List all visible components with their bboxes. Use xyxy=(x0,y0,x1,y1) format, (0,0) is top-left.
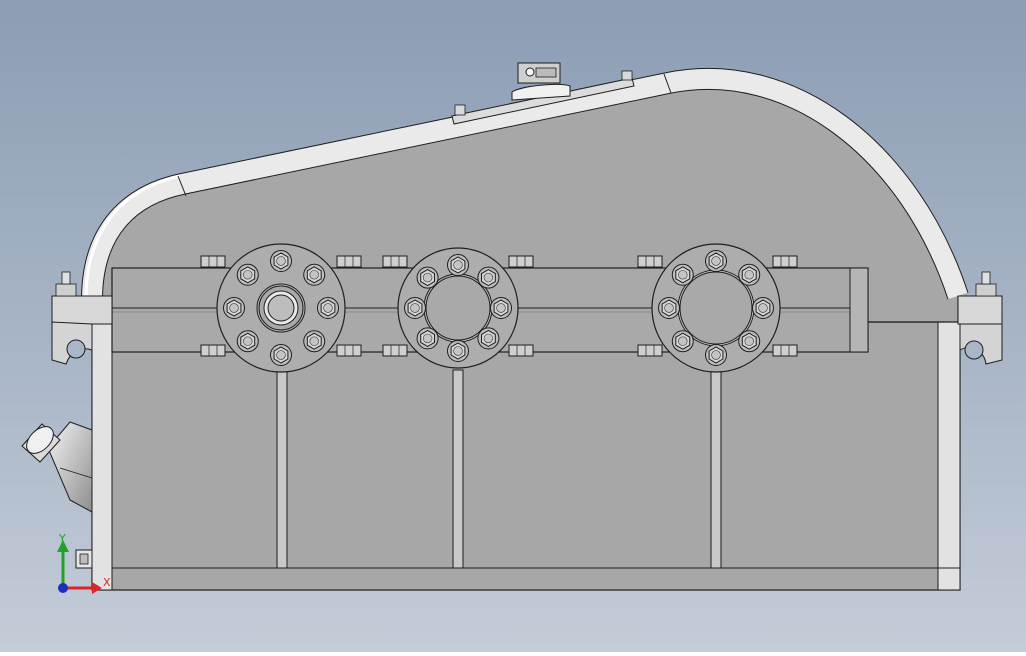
hex-bolt xyxy=(671,263,694,286)
input-shaft xyxy=(263,290,299,326)
hex-bolt xyxy=(705,250,727,272)
hex-bolt xyxy=(223,297,245,319)
bearing-cap xyxy=(651,243,781,373)
stud-nut xyxy=(637,344,663,357)
stud-nut xyxy=(772,344,798,357)
hex-bolt xyxy=(490,297,512,319)
stud-nut xyxy=(200,255,226,268)
hex-bolt xyxy=(416,327,439,350)
stud-nut xyxy=(772,255,798,268)
triad-z-axis xyxy=(58,583,68,593)
lower-housing xyxy=(91,321,961,591)
oil-gauge-pipe xyxy=(21,421,93,513)
hex-bolt xyxy=(270,250,292,272)
hex-bolt xyxy=(236,330,259,353)
hex-bolt xyxy=(303,330,326,353)
hex-bolt xyxy=(447,254,469,276)
hex-bolt xyxy=(477,327,500,350)
triad-x-label: X xyxy=(103,576,111,589)
hex-bolt xyxy=(658,297,680,319)
gearbox-drawing[interactable]: Y X xyxy=(0,0,1026,652)
hex-bolt xyxy=(671,330,694,353)
stud-nut xyxy=(382,344,408,357)
stud-nut xyxy=(508,344,534,357)
hex-bolt xyxy=(705,344,727,366)
stud-nut xyxy=(637,255,663,268)
hex-bolt xyxy=(303,263,326,286)
bearing-caps xyxy=(216,243,781,373)
hex-bolt xyxy=(416,266,439,289)
hex-bolt xyxy=(270,344,292,366)
hex-bolt xyxy=(447,340,469,362)
stud-nut xyxy=(336,255,362,268)
stud-nut xyxy=(200,344,226,357)
hex-bolt xyxy=(738,263,761,286)
stud-nut xyxy=(382,255,408,268)
hex-bolt xyxy=(477,266,500,289)
triad-y-label: Y xyxy=(58,532,66,545)
hex-bolt xyxy=(404,297,426,319)
stud-nut xyxy=(336,344,362,357)
hex-bolt xyxy=(317,297,339,319)
stud-nut xyxy=(508,255,534,268)
hex-bolt xyxy=(738,330,761,353)
drain-plug xyxy=(75,549,93,569)
hex-bolt xyxy=(236,263,259,286)
hex-bolt xyxy=(752,297,774,319)
cad-viewport[interactable]: Y X xyxy=(0,0,1026,652)
bearing-cap xyxy=(216,243,346,373)
bearing-cap xyxy=(397,247,519,369)
